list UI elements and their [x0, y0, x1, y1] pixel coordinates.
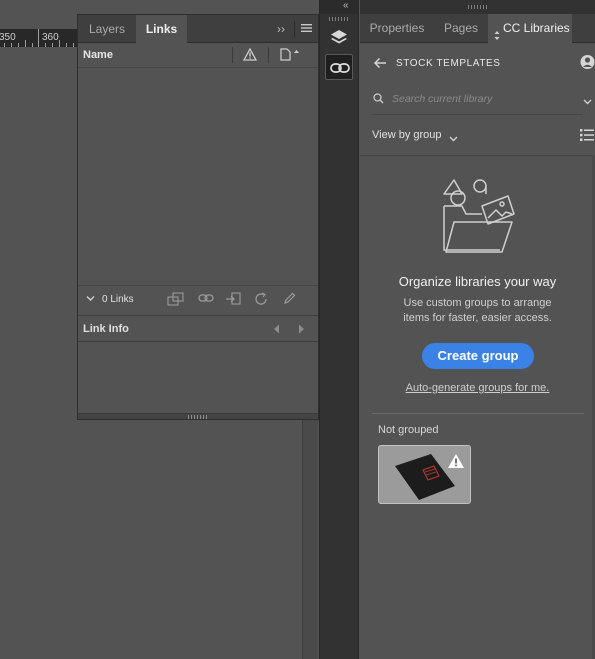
links-dock-button[interactable]: [325, 54, 353, 80]
view-by-dropdown[interactable]: View by group: [372, 129, 442, 141]
panel-expand-icon[interactable]: ››: [277, 22, 285, 36]
document-vertical-scrollbar[interactable]: [302, 420, 318, 659]
right-dock-grip[interactable]: [468, 5, 488, 9]
list-view-icon[interactable]: [580, 128, 594, 145]
tab-cc-libraries-label: CC Libraries: [503, 21, 570, 35]
tab-layers[interactable]: Layers: [78, 15, 136, 43]
organize-folder-illustration: [440, 170, 516, 259]
edit-original-icon[interactable]: [283, 292, 296, 308]
ruler-mark-350: 350: [0, 32, 16, 43]
divider: [294, 21, 295, 37]
warning-icon: [447, 453, 465, 472]
dock-grip[interactable]: [329, 17, 349, 21]
tab-links[interactable]: Links: [136, 15, 187, 43]
link-info-header[interactable]: Link Info: [78, 315, 318, 342]
view-by-chevron-icon[interactable]: [449, 133, 458, 145]
right-panel-tab-bar: Properties Pages CC Libraries: [360, 14, 595, 43]
view-divider: [360, 155, 595, 156]
links-footer: 0 Links: [78, 285, 318, 312]
cc-libraries-panel: Properties Pages CC Libraries STOCK TEMP…: [360, 0, 595, 659]
tab-cc-libraries[interactable]: CC Libraries: [488, 14, 572, 43]
column-divider: [232, 47, 233, 63]
ruler-tick: [59, 40, 60, 47]
search-input[interactable]: Search current library: [392, 93, 492, 105]
next-link-icon[interactable]: [298, 324, 305, 337]
empty-state-title: Organize libraries your way: [398, 274, 557, 289]
section-divider: [372, 413, 584, 414]
links-panel-tab-bar: Layers Links ››: [78, 15, 318, 43]
collapsed-panel-dock: «: [319, 0, 359, 659]
links-panel: Layers Links ›› Name 0 Links Link Info: [77, 14, 319, 420]
horizontal-ruler[interactable]: 350 360: [0, 29, 78, 47]
go-to-link-icon[interactable]: [225, 291, 242, 309]
column-divider: [268, 47, 269, 63]
panel-resize-handle[interactable]: [78, 413, 318, 419]
links-list[interactable]: [78, 68, 318, 284]
search-icon: [373, 93, 384, 107]
links-column-header: Name: [78, 43, 318, 68]
create-group-button[interactable]: Create group: [422, 343, 534, 369]
page-column-icon[interactable]: [280, 48, 300, 64]
tab-properties[interactable]: Properties: [360, 14, 434, 43]
links-icon: [330, 62, 350, 77]
empty-state-desc-line1: Use custom groups to arrange: [403, 297, 552, 309]
library-name: STOCK TEMPLATES: [396, 58, 501, 69]
links-count: 0 Links: [102, 294, 134, 305]
warning-column-icon[interactable]: [242, 47, 258, 64]
layers-dock-button[interactable]: [325, 25, 353, 51]
not-grouped-label: Not grouped: [378, 424, 439, 436]
auto-generate-groups-link[interactable]: Auto-generate groups for me.: [360, 382, 595, 394]
ruler-tick: [38, 29, 39, 47]
grip-lines: [188, 415, 208, 419]
link-info-title: Link Info: [83, 323, 129, 335]
search-scope-chevron-icon[interactable]: [583, 96, 592, 108]
tab-pages[interactable]: Pages: [434, 14, 488, 43]
add-collaborator-icon[interactable]: [580, 54, 595, 73]
update-link-icon[interactable]: [254, 292, 268, 309]
ruler-tick: [25, 40, 26, 47]
chevron-down-icon[interactable]: [86, 293, 95, 305]
reorder-arrows-icon: [494, 23, 500, 52]
right-dock-top-bar: [360, 0, 595, 14]
back-arrow-icon[interactable]: [373, 57, 387, 72]
empty-state-desc-line2: items for faster, easier access.: [403, 312, 552, 324]
ruler-mark-360: 360: [42, 32, 59, 43]
collapse-double-arrow-icon[interactable]: «: [343, 0, 349, 11]
library-asset-thumbnail[interactable]: [378, 445, 471, 504]
link-info-content: [78, 342, 318, 413]
relink-from-cc-icon[interactable]: [167, 292, 185, 309]
dock-top-bar: «: [320, 0, 358, 14]
column-name[interactable]: Name: [83, 49, 113, 61]
panel-menu-icon[interactable]: [301, 23, 312, 36]
previous-link-icon[interactable]: [273, 324, 280, 337]
search-divider: [372, 114, 583, 115]
layers-icon: [330, 28, 348, 51]
relink-icon[interactable]: [198, 293, 214, 306]
